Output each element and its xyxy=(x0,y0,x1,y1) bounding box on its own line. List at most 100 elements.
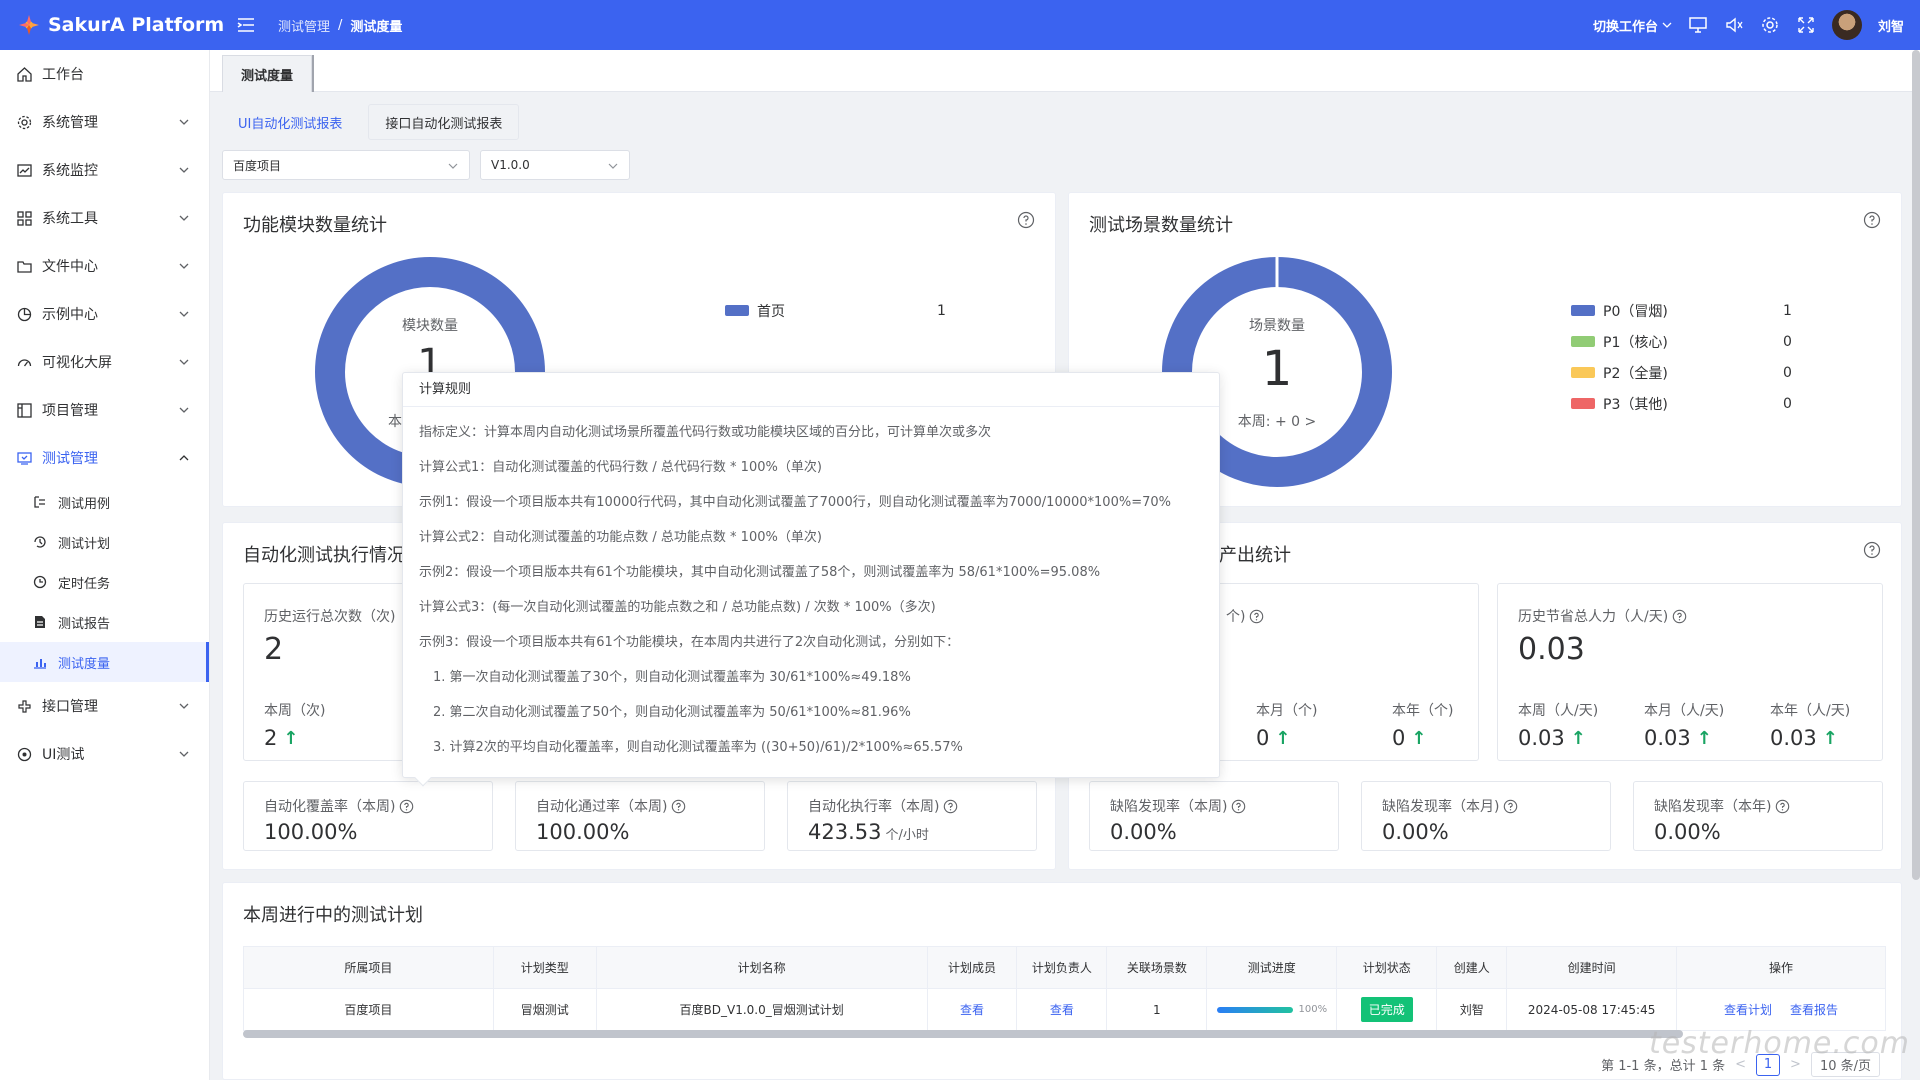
sidebar-item-test-admin[interactable]: 测试管理 xyxy=(0,434,209,482)
help-icon[interactable] xyxy=(1863,541,1881,559)
week-runs-stat: 本周（次) 2 ↑ xyxy=(264,700,325,750)
screen-icon[interactable] xyxy=(1688,15,1708,35)
sidebar-item-project-admin[interactable]: 项目管理 xyxy=(0,386,209,434)
folder-icon xyxy=(16,258,32,274)
project-select-value: 百度项目 xyxy=(233,158,282,173)
help-icon[interactable] xyxy=(399,799,414,814)
project-select[interactable]: 百度项目 xyxy=(222,150,470,180)
exec-rate-unit: 个/小时 xyxy=(885,828,929,843)
exec-rate-week-value: 423.53 xyxy=(808,820,882,844)
sidebar-item-system-monitor[interactable]: 系统监控 xyxy=(0,146,209,194)
page-vertical-scrollbar[interactable] xyxy=(1912,50,1920,880)
popover-line: 2. 第二次自动化测试覆盖了50个，则自动化测试覆盖率为 50/61*100%≈… xyxy=(433,705,911,720)
sidebar-subitem-scheduled-tasks[interactable]: 定时任务 xyxy=(0,562,209,602)
fullscreen-icon[interactable] xyxy=(1796,15,1816,35)
legend-item[interactable]: P3（其他) 0 xyxy=(1571,388,1792,419)
chevron-down-icon xyxy=(608,163,618,169)
clock-icon xyxy=(32,574,48,590)
sidebar: 工作台 系统管理 系统监控 系统工具 文件中心 示例中心 可视化大屏 项目管理 … xyxy=(0,50,210,1080)
output-year-stat: 本年（个) 0 ↑ xyxy=(1392,700,1453,750)
legend-swatch xyxy=(725,305,749,316)
col-created: 创建时间 xyxy=(1506,946,1678,989)
chevron-down-icon xyxy=(179,359,189,365)
breadcrumb-parent[interactable]: 测试管理 xyxy=(278,16,330,35)
scene-center-label: 场景数量 xyxy=(1249,318,1305,334)
output-count-label: 个) xyxy=(1226,609,1246,625)
saved-manpower-value: 0.03 xyxy=(1518,632,1585,667)
chevron-down-icon xyxy=(179,703,189,709)
sidebar-item-example-center[interactable]: 示例中心 xyxy=(0,290,209,338)
progress-bar: 100% xyxy=(1207,1004,1336,1015)
scene-card-title: 测试场景数量统计 xyxy=(1089,215,1233,236)
chevron-up-icon xyxy=(179,455,189,461)
tab-test-metrics[interactable]: 测试度量 xyxy=(222,55,312,92)
view-report-link[interactable]: 查看报告 xyxy=(1790,1003,1838,1017)
exec-rate-week-label: 自动化执行率（本周) xyxy=(808,799,940,815)
legend-item[interactable]: 首页 1 xyxy=(725,295,946,326)
help-icon[interactable] xyxy=(1231,799,1246,814)
tab-api-automation-report[interactable]: 接口自动化测试报表 xyxy=(368,104,520,140)
cell-created: 2024-05-08 17:45:45 xyxy=(1506,988,1678,1031)
help-icon[interactable] xyxy=(1249,609,1264,624)
help-icon[interactable] xyxy=(671,799,686,814)
test-icon xyxy=(16,450,32,466)
sidebar-subitem-test-plans[interactable]: 测试计划 xyxy=(0,522,209,562)
tab-ui-automation-report[interactable]: UI自动化测试报表 xyxy=(222,104,358,140)
col-scenes: 关联场景数 xyxy=(1106,946,1208,989)
avatar[interactable] xyxy=(1831,10,1862,40)
help-icon[interactable] xyxy=(1672,609,1687,624)
popover-line: 计算公式1：自动化测试覆盖的代码行数 / 总代码行数 * 100%（单次) xyxy=(419,460,822,475)
scene-legend: P0（冒烟) 1 P1（核心) 0 P2（全量) 0 P3（其他) 0 xyxy=(1571,295,1792,419)
help-icon[interactable] xyxy=(1775,799,1790,814)
sidebar-item-workbench[interactable]: 工作台 xyxy=(0,50,209,98)
output-month-value: 0 xyxy=(1256,726,1270,750)
view-owner-link[interactable]: 查看 xyxy=(1050,1003,1074,1017)
legend-item[interactable]: P2（全量) 0 xyxy=(1571,357,1792,388)
help-icon[interactable] xyxy=(1863,211,1881,229)
view-members-link[interactable]: 查看 xyxy=(960,1003,984,1017)
help-icon[interactable] xyxy=(1017,211,1035,229)
sidebar-subitem-label: 测试报告 xyxy=(58,616,111,632)
page-tab-bar: 测试度量 xyxy=(210,50,1920,92)
module-center-label: 模块数量 xyxy=(402,318,458,334)
version-select[interactable]: V1.0.0 xyxy=(480,150,630,180)
report-icon xyxy=(32,614,48,630)
ui-test-icon xyxy=(16,746,32,762)
sidebar-subitem-test-metrics[interactable]: 测试度量 xyxy=(0,642,209,682)
popover-line: 3. 计算2次的平均自动化覆盖率，则自动化测试覆盖率为 ((30+50)/61)… xyxy=(433,740,963,755)
trend-up-icon: ↑ xyxy=(1411,727,1427,749)
trend-up-icon: ↑ xyxy=(1570,727,1586,749)
defect-rate-month-box: 缺陷发现率（本月) 0.00% xyxy=(1361,781,1611,851)
breadcrumb: 测试管理 / 测试度量 xyxy=(278,16,402,35)
saved-manpower-label: 历史节省总人力（人/天) xyxy=(1518,609,1669,625)
legend-item[interactable]: P1（核心) 0 xyxy=(1571,326,1792,357)
view-plan-link[interactable]: 查看计划 xyxy=(1724,1003,1772,1017)
speaker-icon[interactable] xyxy=(1724,15,1744,35)
sidebar-item-ui-test[interactable]: UI测试 xyxy=(0,730,209,778)
sidebar-item-system-admin[interactable]: 系统管理 xyxy=(0,98,209,146)
sidebar-item-file-center[interactable]: 文件中心 xyxy=(0,242,209,290)
settings-gear-icon[interactable] xyxy=(1760,15,1780,35)
sidebar-item-big-screen[interactable]: 可视化大屏 xyxy=(0,338,209,386)
progress-text: 100% xyxy=(1298,1004,1328,1015)
help-icon[interactable] xyxy=(943,799,958,814)
breadcrumb-current: 测试度量 xyxy=(350,19,403,35)
menu-toggle-icon[interactable] xyxy=(232,11,260,39)
sidebar-item-system-tools[interactable]: 系统工具 xyxy=(0,194,209,242)
app-logo[interactable]: SakurA Platform xyxy=(0,14,224,36)
table-horizontal-scrollbar[interactable] xyxy=(243,1030,1683,1038)
switch-workspace-button[interactable]: 切换工作台 xyxy=(1593,16,1672,35)
help-icon[interactable] xyxy=(1503,799,1518,814)
legend-item[interactable]: P0（冒烟) 1 xyxy=(1571,295,1792,326)
saved-year-label: 本年（人/天) xyxy=(1770,703,1851,719)
sidebar-item-label: 系统管理 xyxy=(42,115,98,131)
exec-card-title: 自动化测试执行情况 xyxy=(243,545,405,566)
sidebar-item-api-admin[interactable]: 接口管理 xyxy=(0,682,209,730)
sidebar-subitem-test-cases[interactable]: 测试用例 xyxy=(0,482,209,522)
popover-title: 计算规则 xyxy=(403,373,1219,407)
username[interactable]: 刘智 xyxy=(1878,16,1904,35)
trend-up-icon: ↑ xyxy=(1822,727,1838,749)
chevron-down-icon xyxy=(179,751,189,757)
defect-rate-year-box: 缺陷发现率（本年) 0.00% xyxy=(1633,781,1883,851)
sidebar-subitem-test-reports[interactable]: 测试报告 xyxy=(0,602,209,642)
